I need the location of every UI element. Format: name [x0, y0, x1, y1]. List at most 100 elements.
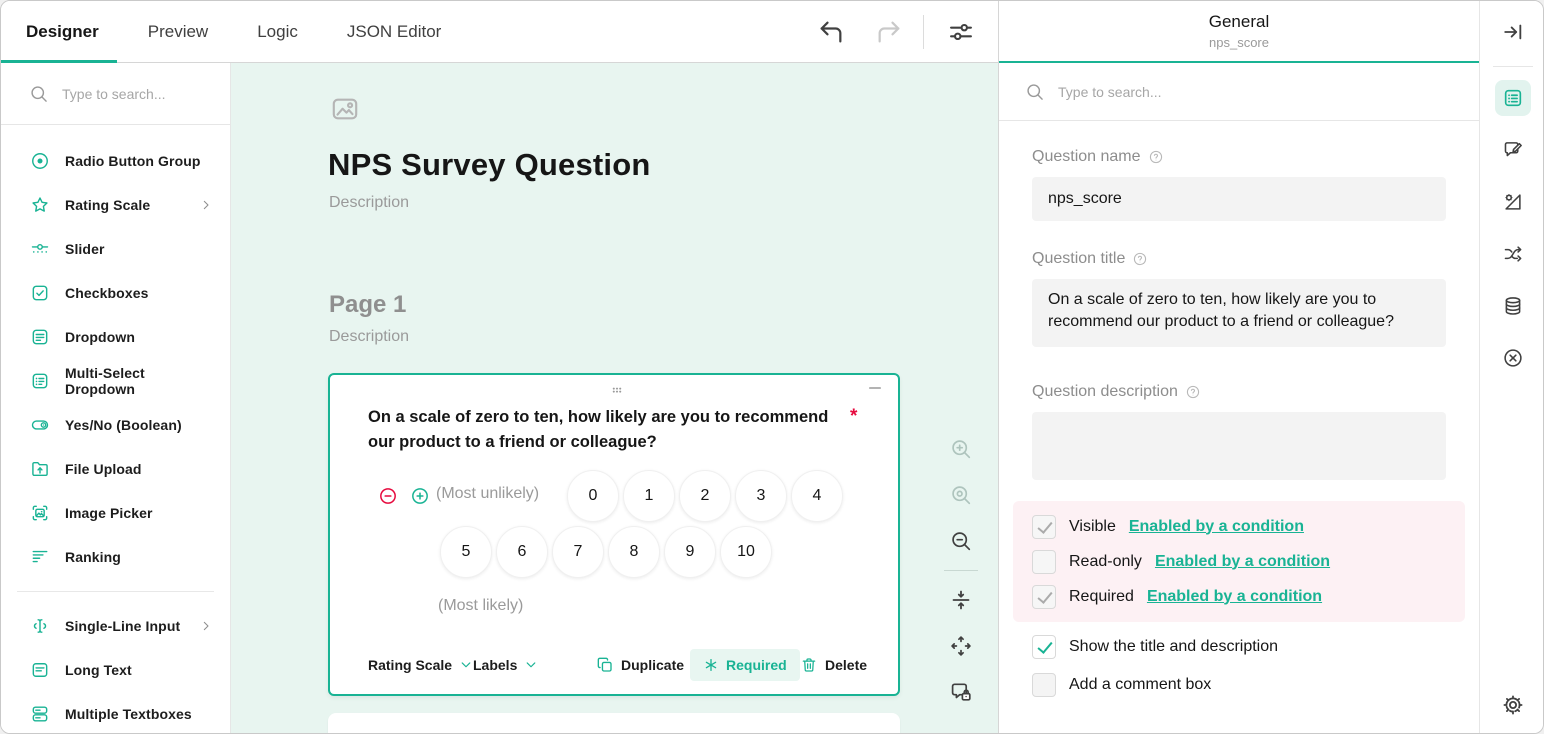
scale-item-4[interactable]: 4 — [791, 470, 843, 522]
long-text-icon — [30, 660, 50, 680]
required-label: Required — [726, 657, 787, 673]
toolbox-search[interactable] — [1, 63, 230, 125]
toolbox-item-label: Long Text — [65, 662, 132, 678]
toolbox-item-checkboxes[interactable]: Checkboxes — [1, 271, 230, 315]
scale-item-1[interactable]: 1 — [623, 470, 675, 522]
radio-group-icon — [30, 151, 50, 171]
survey-description[interactable]: Description — [329, 194, 409, 212]
data-icon[interactable] — [1495, 288, 1531, 324]
property-panel-header: General nps_score — [999, 1, 1479, 63]
toolbox-item-multiple-textboxes[interactable]: Multiple Textboxes — [1, 692, 230, 733]
condition-link-required[interactable]: Enabled by a condition — [1147, 588, 1322, 606]
collapse-panel-icon[interactable] — [1495, 14, 1531, 50]
remove-scale-item-icon[interactable] — [378, 486, 398, 506]
zoom-in-icon[interactable] — [945, 433, 977, 465]
multi-select-dropdown-icon — [30, 371, 50, 391]
comment-edit-icon[interactable] — [1495, 132, 1531, 168]
toolbox-item-long-text[interactable]: Long Text — [1, 648, 230, 692]
toolbox-item-ranking[interactable]: Ranking — [1, 535, 230, 579]
scale-item-10[interactable]: 10 — [720, 526, 772, 578]
labels-selector[interactable]: Labels — [473, 649, 538, 681]
checkbox-add-a-comment-box[interactable] — [1032, 673, 1056, 697]
survey-title[interactable]: NPS Survey Question — [328, 147, 651, 183]
condition-row-visible: VisibleEnabled by a condition — [1032, 509, 1446, 544]
toolbox-item-dropdown[interactable]: Dropdown — [1, 315, 230, 359]
toolbox-item-yes-no-boolean[interactable]: Yes/No (Boolean) — [1, 403, 230, 447]
condition-section: VisibleEnabled by a conditionRead-onlyEn… — [1013, 501, 1465, 622]
clear-icon[interactable] — [1495, 340, 1531, 376]
collapse-card-icon[interactable] — [866, 379, 884, 397]
checkbox-visible[interactable] — [1032, 515, 1056, 539]
condition-link-read-only[interactable]: Enabled by a condition — [1155, 553, 1330, 571]
toolbox-search-input[interactable] — [62, 86, 192, 102]
settings-sliders-icon[interactable] — [947, 18, 975, 46]
collapse-all-icon[interactable] — [945, 584, 977, 616]
zoom-out-icon[interactable] — [945, 525, 977, 557]
checkbox-required[interactable] — [1032, 585, 1056, 609]
property-search[interactable] — [999, 63, 1479, 121]
expand-move-icon[interactable] — [945, 630, 977, 662]
checkbox-show-the-title-and-description[interactable] — [1032, 635, 1056, 659]
tab-logic[interactable]: Logic — [257, 1, 298, 63]
toolbox-item-rating-scale[interactable]: Rating Scale — [1, 183, 230, 227]
required-toggle-button[interactable]: Required — [690, 649, 800, 681]
settings-gear-icon[interactable] — [1501, 693, 1525, 717]
image-picker-icon — [30, 503, 50, 523]
toolbox-item-file-upload[interactable]: File Upload — [1, 447, 230, 491]
help-icon[interactable] — [1185, 384, 1201, 400]
chevron-right-icon[interactable] — [198, 618, 214, 634]
toolbox-item-image-picker[interactable]: Image Picker — [1, 491, 230, 535]
property-grid-icon[interactable] — [1495, 80, 1531, 116]
slider-icon — [30, 239, 50, 259]
toolbox-item-radio-button-group[interactable]: Radio Button Group — [1, 139, 230, 183]
tab-preview[interactable]: Preview — [148, 1, 208, 63]
add-scale-item-icon[interactable] — [410, 486, 430, 506]
theme-icon[interactable] — [1495, 184, 1531, 220]
property-category-title: General — [999, 12, 1479, 32]
checkbox-read-only[interactable] — [1032, 550, 1056, 574]
zoom-actual-icon[interactable] — [945, 479, 977, 511]
logic-icon[interactable] — [1495, 236, 1531, 272]
scale-item-9[interactable]: 9 — [664, 526, 716, 578]
toolbox-item-multi-select-dropdown[interactable]: Multi-Select Dropdown — [1, 359, 230, 403]
lock-questions-icon[interactable] — [945, 676, 977, 708]
scale-item-0[interactable]: 0 — [567, 470, 619, 522]
tab-json-editor[interactable]: JSON Editor — [347, 1, 441, 63]
scale-item-2[interactable]: 2 — [679, 470, 731, 522]
duplicate-button[interactable]: Duplicate — [596, 649, 684, 681]
scale-item-6[interactable]: 6 — [496, 526, 548, 578]
scale-item-5[interactable]: 5 — [440, 526, 492, 578]
condition-link-visible[interactable]: Enabled by a condition — [1129, 518, 1304, 536]
question-card[interactable]: On a scale of zero to ten, how likely ar… — [328, 373, 900, 696]
toggle-row-show-the-title-and-description: Show the title and description — [1032, 628, 1446, 666]
question-description-input[interactable] — [1032, 412, 1446, 480]
help-icon[interactable] — [1148, 149, 1164, 165]
scale-min-label[interactable]: (Most unlikely) — [436, 485, 539, 503]
next-question-card[interactable] — [328, 713, 900, 733]
question-title-input[interactable]: On a scale of zero to ten, how likely ar… — [1032, 279, 1446, 347]
drag-handle-icon[interactable] — [606, 379, 628, 401]
delete-label: Delete — [825, 657, 867, 673]
toolbox-item-slider[interactable]: Slider — [1, 227, 230, 271]
logo-placeholder-icon[interactable] — [329, 93, 361, 125]
toolbox-sidebar: Radio Button GroupRating ScaleSliderChec… — [1, 63, 231, 733]
undo-icon[interactable] — [817, 18, 845, 46]
property-search-input[interactable] — [1058, 84, 1358, 100]
delete-button[interactable]: Delete — [800, 649, 867, 681]
page-description[interactable]: Description — [329, 328, 409, 346]
chevron-right-icon[interactable] — [198, 197, 214, 213]
help-icon[interactable] — [1132, 251, 1148, 267]
scale-max-label[interactable]: (Most likely) — [438, 597, 523, 615]
tab-designer[interactable]: Designer — [26, 1, 99, 63]
question-type-selector[interactable]: Rating Scale — [368, 649, 473, 681]
page-title[interactable]: Page 1 — [329, 291, 406, 319]
scale-item-7[interactable]: 7 — [552, 526, 604, 578]
scale-item-8[interactable]: 8 — [608, 526, 660, 578]
question-title[interactable]: On a scale of zero to ten, how likely ar… — [368, 405, 854, 455]
redo-icon[interactable] — [875, 18, 903, 46]
condition-label: Required — [1069, 588, 1134, 606]
question-name-input[interactable] — [1032, 177, 1446, 221]
toolbox-item-single-line-input[interactable]: Single-Line Input — [1, 604, 230, 648]
scale-item-3[interactable]: 3 — [735, 470, 787, 522]
question-title-label-row: Question title — [1032, 249, 1446, 269]
